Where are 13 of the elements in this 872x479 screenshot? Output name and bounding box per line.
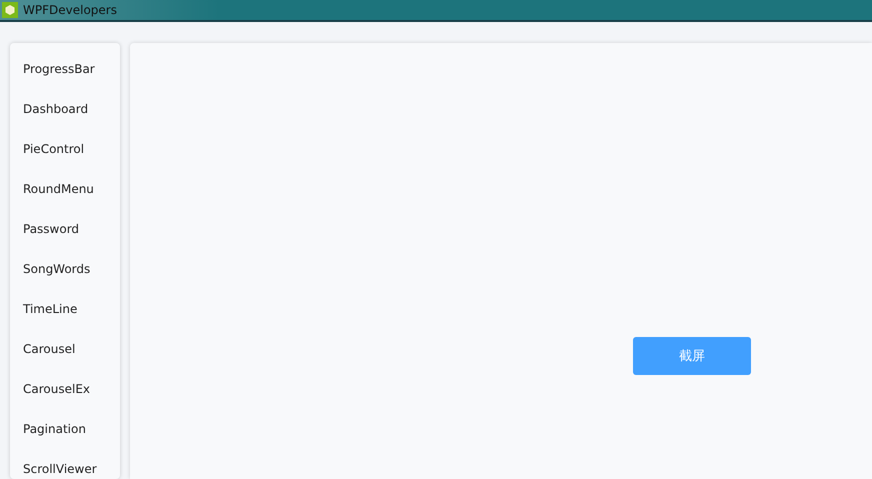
window-title: WPFDevelopers	[23, 3, 117, 17]
sidebar-item[interactable]: CarouselEx	[10, 369, 120, 409]
sidebar-item[interactable]: SongWords	[10, 249, 120, 289]
sidebar-item[interactable]: PieControl	[10, 129, 120, 169]
sidebar-item[interactable]: RoundMenu	[10, 169, 120, 209]
sidebar-item[interactable]: Password	[10, 209, 120, 249]
sidebar-item[interactable]: Pagination	[10, 409, 120, 449]
sidebar-item[interactable]: ScrollViewer	[10, 449, 120, 479]
sidebar-item[interactable]: Dashboard	[10, 89, 120, 129]
sidebar-item[interactable]: Carousel	[10, 329, 120, 369]
sidebar-item[interactable]: ProgressBar	[10, 49, 120, 89]
sidebar-item[interactable]: TimeLine	[10, 289, 120, 329]
app-icon	[2, 2, 18, 18]
